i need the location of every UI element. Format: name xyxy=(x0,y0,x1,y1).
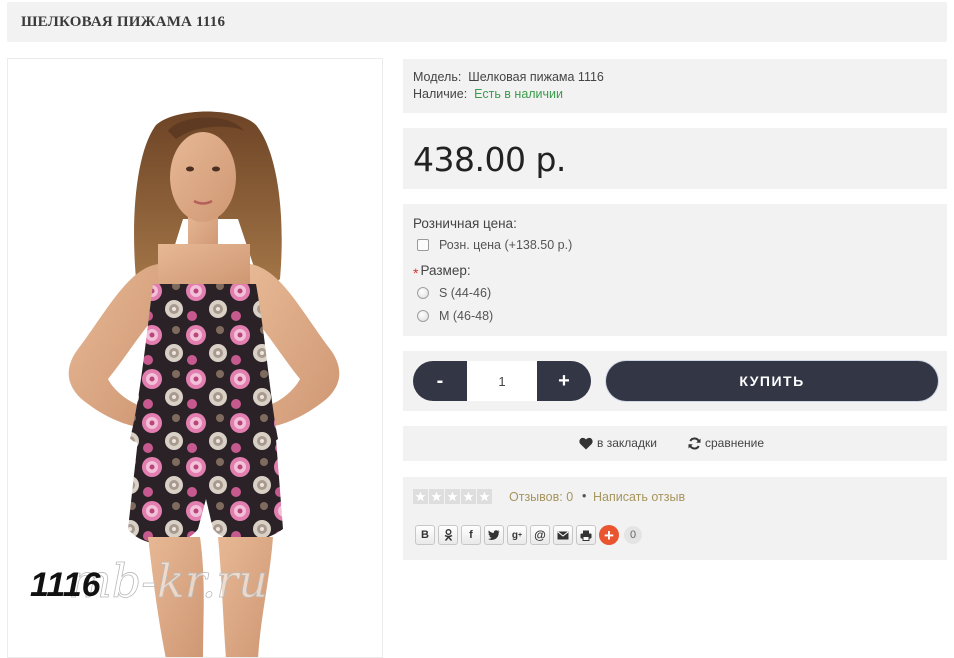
page-title-bar: ШЕЛКОВАЯ ПИЖАМА 1116 xyxy=(7,2,947,42)
compare-link[interactable]: сравнение xyxy=(688,436,764,450)
reviews-separator: • xyxy=(582,489,587,503)
buy-button[interactable]: КУПИТЬ xyxy=(606,361,938,401)
wishlist-label[interactable]: в закладки xyxy=(597,436,657,450)
quantity-stepper: - 1 + xyxy=(413,361,591,401)
star-empty-icon xyxy=(445,489,460,504)
reviews-panel: Отзывов: 0 • Написать отзыв B f g + @ + 0 xyxy=(403,477,947,560)
retail-price-option[interactable]: Розн. цена (+138.50 р.) xyxy=(417,238,572,252)
odnoklassniki-icon[interactable] xyxy=(438,525,458,545)
product-info-panel: Модель: Шелковая пижама 1116 Наличие: Ес… xyxy=(403,59,947,113)
page-title: ШЕЛКОВАЯ ПИЖАМА 1116 xyxy=(21,14,226,30)
product-price: 438.00 р. xyxy=(413,140,566,179)
refresh-icon xyxy=(688,437,701,449)
product-image[interactable]: mb-kr.ru 1116 xyxy=(7,58,383,658)
compare-label[interactable]: сравнение xyxy=(705,436,764,450)
model-line: Модель: Шелковая пижама 1116 xyxy=(413,70,604,84)
size-option-label[interactable]: M (46-48) xyxy=(439,309,493,323)
email-icon[interactable] xyxy=(553,525,573,545)
star-empty-icon xyxy=(429,489,444,504)
buy-panel: - 1 + КУПИТЬ xyxy=(403,351,947,411)
image-article-number: 1116 xyxy=(30,566,102,604)
rating-stars xyxy=(413,489,493,504)
price-panel: 438.00 р. xyxy=(403,128,947,189)
actions-panel: в закладки сравнение xyxy=(403,426,947,461)
share-more-icon[interactable]: + xyxy=(599,525,619,545)
quantity-increase-button[interactable]: + xyxy=(537,361,591,401)
required-mark: * xyxy=(413,265,419,281)
facebook-icon[interactable]: f xyxy=(461,525,481,545)
size-option-m[interactable]: M (46-48) xyxy=(417,309,493,323)
share-counter: 0 xyxy=(624,526,642,544)
size-label-row: * Размер: xyxy=(413,262,471,281)
share-buttons: B f g + @ + 0 xyxy=(415,525,642,545)
size-option-label[interactable]: S (44-46) xyxy=(439,286,491,300)
size-radio-m[interactable] xyxy=(417,310,429,322)
wishlist-link[interactable]: в закладки xyxy=(579,436,657,450)
mail-ru-icon[interactable]: @ xyxy=(530,525,550,545)
stock-label: Наличие: xyxy=(413,87,468,101)
model-label: Модель: xyxy=(413,70,462,84)
vk-icon[interactable]: B xyxy=(415,525,435,545)
retail-price-checkbox[interactable] xyxy=(417,239,429,251)
print-icon[interactable] xyxy=(576,525,596,545)
retail-price-label: Розничная цена: xyxy=(413,216,517,231)
twitter-icon[interactable] xyxy=(484,525,504,545)
stock-line: Наличие: Есть в наличии xyxy=(413,87,563,101)
size-option-s[interactable]: S (44-46) xyxy=(417,286,491,300)
options-panel: Розничная цена: Розн. цена (+138.50 р.) … xyxy=(403,204,947,336)
heart-icon xyxy=(579,437,593,449)
size-label: Размер: xyxy=(420,263,471,278)
star-empty-icon xyxy=(461,489,476,504)
star-empty-icon xyxy=(413,489,428,504)
google-plus-icon[interactable]: g + xyxy=(507,525,527,545)
retail-price-checkbox-label[interactable]: Розн. цена (+138.50 р.) xyxy=(439,238,572,252)
model-value: Шелковая пижама 1116 xyxy=(468,70,604,84)
reviews-count-link[interactable]: Отзывов: 0 xyxy=(509,490,573,504)
stock-status: Есть в наличии xyxy=(474,87,564,101)
quantity-decrease-button[interactable]: - xyxy=(413,361,467,401)
star-empty-icon xyxy=(477,489,492,504)
write-review-link[interactable]: Написать отзыв xyxy=(593,490,685,504)
size-radio-s[interactable] xyxy=(417,287,429,299)
quantity-input[interactable]: 1 xyxy=(467,361,537,401)
